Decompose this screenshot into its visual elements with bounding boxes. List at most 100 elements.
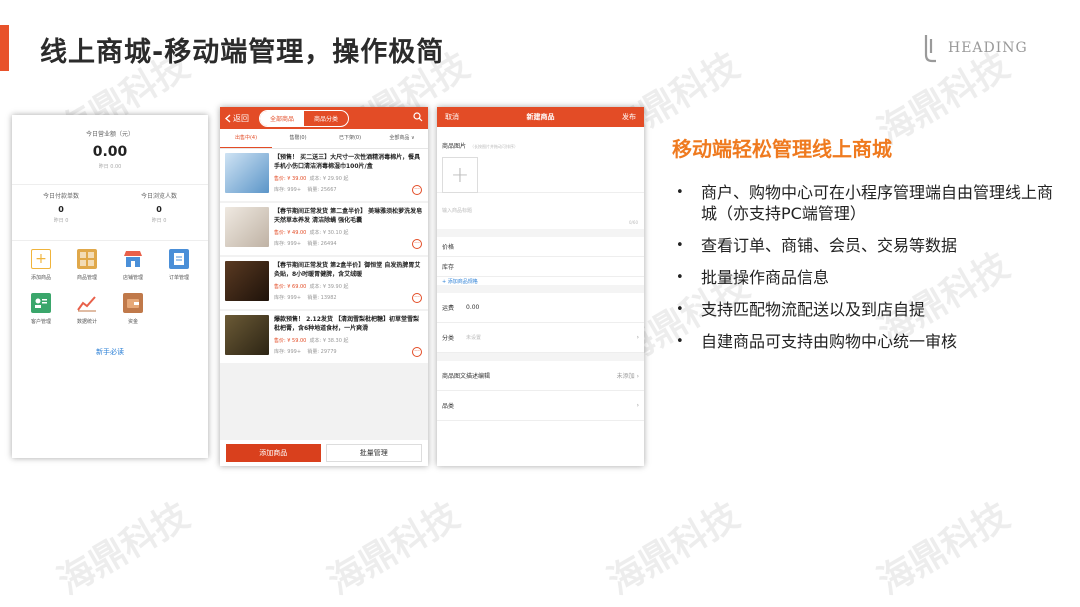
grid-label: 添加商品 xyxy=(30,275,51,281)
category-field[interactable]: 分类 未设置 › xyxy=(437,323,644,353)
cancel-button[interactable]: 取消 xyxy=(445,112,459,122)
description-status-text: 未添加 xyxy=(616,373,635,380)
product-price-line: 售价: ¥ 59.00 成本: ¥ 38.30 起 xyxy=(274,337,423,344)
bottom-action-bar: 添加商品 批量管理 xyxy=(220,440,428,466)
product-image xyxy=(225,153,269,193)
category-placeholder: 未设置 xyxy=(466,335,482,341)
grid-item-order-manage[interactable]: 订单管理 xyxy=(156,249,202,281)
batch-manage-button[interactable]: 批量管理 xyxy=(325,444,422,462)
grid-item-product-manage[interactable]: 商品管理 xyxy=(64,249,110,281)
feature-list: 商户、购物中心可在小程序管理端自由管理线上商城（亦支持PC端管理） 查看订单、商… xyxy=(672,182,1062,363)
watermark: 海鼎科技 xyxy=(51,495,197,603)
search-icon[interactable] xyxy=(413,112,423,124)
product-cost: 成本: ¥ 29.90 起 xyxy=(309,176,349,182)
segment-categories[interactable]: 商品分类 xyxy=(304,111,348,126)
add-spec-link[interactable]: + 添加商品规格 xyxy=(437,277,644,293)
product-cost: 成本: ¥ 38.30 起 xyxy=(309,338,349,344)
product-title-input[interactable]: 输入商品标题 0/60 xyxy=(437,193,644,237)
stock-field[interactable]: 库存 xyxy=(437,257,644,277)
product-sales: 销量: 25667 xyxy=(307,187,337,193)
add-product-icon: + xyxy=(31,249,51,269)
grid-item-customer-manage[interactable]: 客户管理 xyxy=(18,293,64,325)
order-icon xyxy=(169,249,189,269)
grid-label: 客户管理 xyxy=(30,319,51,325)
grid-item-data-stats[interactable]: 数据统计 xyxy=(64,293,110,325)
type-field[interactable]: 品类 › xyxy=(437,391,644,421)
product-stock: 库存: 999+ xyxy=(274,295,302,301)
product-stock: 库存: 999+ xyxy=(274,241,302,247)
product-item[interactable]: 【春节期间正常发货 第二盒半价】 美琳雅须松萝洗发皂 天然草本养发 清洁除螨 强… xyxy=(220,203,428,255)
product-sales: 销量: 26494 xyxy=(307,241,337,247)
tab-sold-out[interactable]: 售罄(0) xyxy=(272,129,324,148)
product-title: 【春节期间正常发货 第二盒半价】 美琳雅须松萝洗发皂 天然草本养发 清洁除螨 强… xyxy=(274,208,423,224)
product-image xyxy=(225,261,269,301)
chevron-right-icon: › xyxy=(636,402,639,409)
revenue-label: 今日营业额（元） xyxy=(85,131,134,138)
new-product-title: 新建商品 xyxy=(526,113,555,121)
price-label: 价格 xyxy=(442,244,455,251)
back-label: 返回 xyxy=(233,113,249,123)
stat-yesterday: 昨日 0 xyxy=(53,218,69,224)
image-hint: （长按图片并拖动可排序） xyxy=(470,144,519,149)
more-icon[interactable]: ··· xyxy=(412,239,422,249)
feature-item: 查看订单、商铺、会员、交易等数据 xyxy=(672,235,1062,256)
status-tabs: 出售中(4) 售罄(0) 已下架(0) 全部商品 ∨ xyxy=(220,129,428,149)
description-label: 商品图文描述编辑 xyxy=(442,373,491,380)
upload-image-button[interactable]: + xyxy=(442,157,478,193)
title-placeholder: 输入商品标题 xyxy=(442,208,473,214)
tab-on-sale[interactable]: 出售中(4) xyxy=(220,129,272,148)
product-stock: 库存: 999+ xyxy=(274,187,302,193)
title-char-count: 0/60 xyxy=(629,220,638,225)
stat-value: 0 xyxy=(58,205,64,214)
product-title: 【春节期间正常发货 第2盒半价】御恒堂 自发热脾胃艾灸贴，8小时暖胃健脾，含艾绒… xyxy=(274,262,421,278)
product-cost: 成本: ¥ 30.10 起 xyxy=(309,230,349,236)
stat-yesterday: 昨日 0 xyxy=(151,218,167,224)
product-item[interactable]: 【预售！ 买二送三】大尺寸一次性酒精消毒棉片，餐具手机小伤口清洁消毒棉湿巾100… xyxy=(220,149,428,201)
more-icon[interactable]: ··· xyxy=(412,185,422,195)
watermark: 海鼎科技 xyxy=(321,495,467,603)
price-field[interactable]: 价格 xyxy=(437,237,644,257)
logo-text: HEADING xyxy=(948,40,1028,56)
chart-icon xyxy=(77,293,97,313)
grid-item-funds[interactable]: 资金 xyxy=(110,293,156,325)
add-product-button[interactable]: 添加商品 xyxy=(226,444,321,462)
stat-visitors: 今日浏览人数 0 昨日 0 xyxy=(110,185,208,240)
segment-control: 全部商品 商品分类 xyxy=(259,109,350,127)
grid-item-store-manage[interactable]: 店铺管理 xyxy=(110,249,156,281)
product-stock: 库存: 999+ xyxy=(274,349,302,355)
freight-field[interactable]: 运费 0.00 xyxy=(437,293,644,323)
beginner-guide-link[interactable]: 新手必读 xyxy=(12,347,208,357)
product-sales: 销量: 29779 xyxy=(307,349,337,355)
back-button[interactable]: 返回 xyxy=(225,113,249,124)
more-icon[interactable]: ··· xyxy=(412,293,422,303)
tab-off-shelf[interactable]: 已下架(0) xyxy=(324,129,376,148)
more-icon[interactable]: ··· xyxy=(412,347,422,357)
product-price-line: 售价: ¥ 39.00 成本: ¥ 29.90 起 xyxy=(274,175,423,182)
section-divider xyxy=(437,353,644,361)
grid-label: 订单管理 xyxy=(168,275,189,281)
stat-orders: 今日付款单数 0 昨日 0 xyxy=(12,185,110,240)
product-price-line: 售价: ¥ 49.00 成本: ¥ 30.10 起 xyxy=(274,229,423,236)
publish-button[interactable]: 发布 xyxy=(622,112,636,122)
description-field[interactable]: 商品图文描述编辑 未添加 › xyxy=(437,361,644,391)
stat-value: 0 xyxy=(156,205,162,214)
image-section: 商品图片 （长按图片并拖动可排序） + xyxy=(437,127,644,193)
product-image xyxy=(225,315,269,355)
store-icon xyxy=(123,249,143,269)
phone-home-dashboard: 今日营业额（元） 0.00 昨日 0.00 今日付款单数 0 昨日 0 今日浏览… xyxy=(12,115,208,458)
freight-label: 运费 xyxy=(442,305,455,312)
phone-product-list: 返回 全部商品 商品分类 出售中(4) 售罄(0) 已下架(0) 全部商品 ∨ … xyxy=(220,107,428,466)
grid-label: 资金 xyxy=(127,319,138,325)
product-image xyxy=(225,207,269,247)
product-item[interactable]: 【春节期间正常发货 第2盒半价】御恒堂 自发热脾胃艾灸贴，8小时暖胃健脾，含艾绒… xyxy=(220,257,428,309)
product-item[interactable]: 爆款预售！ 2.12发货 【清润雪梨枇杷糖】初草堂雪梨枇杷膏，含6种地道食材，一… xyxy=(220,311,428,363)
segment-all-products[interactable]: 全部商品 xyxy=(260,110,305,126)
watermark: 海鼎科技 xyxy=(601,495,747,603)
tab-all-filter[interactable]: 全部商品 ∨ xyxy=(376,129,428,148)
function-grid: + 添加商品 商品管理 店铺管理 订单管理 客户管理 数据统计 资金 xyxy=(12,241,208,325)
phone-new-product: 取消 新建商品 发布 商品图片 （长按图片并拖动可排序） + 输入商品标题 0/6… xyxy=(437,107,644,466)
revenue-card: 今日营业额（元） 0.00 昨日 0.00 xyxy=(12,115,208,185)
stock-label: 库存 xyxy=(442,264,455,271)
grid-item-add-product[interactable]: + 添加商品 xyxy=(18,249,64,281)
revenue-yesterday: 昨日 0.00 xyxy=(98,164,122,170)
